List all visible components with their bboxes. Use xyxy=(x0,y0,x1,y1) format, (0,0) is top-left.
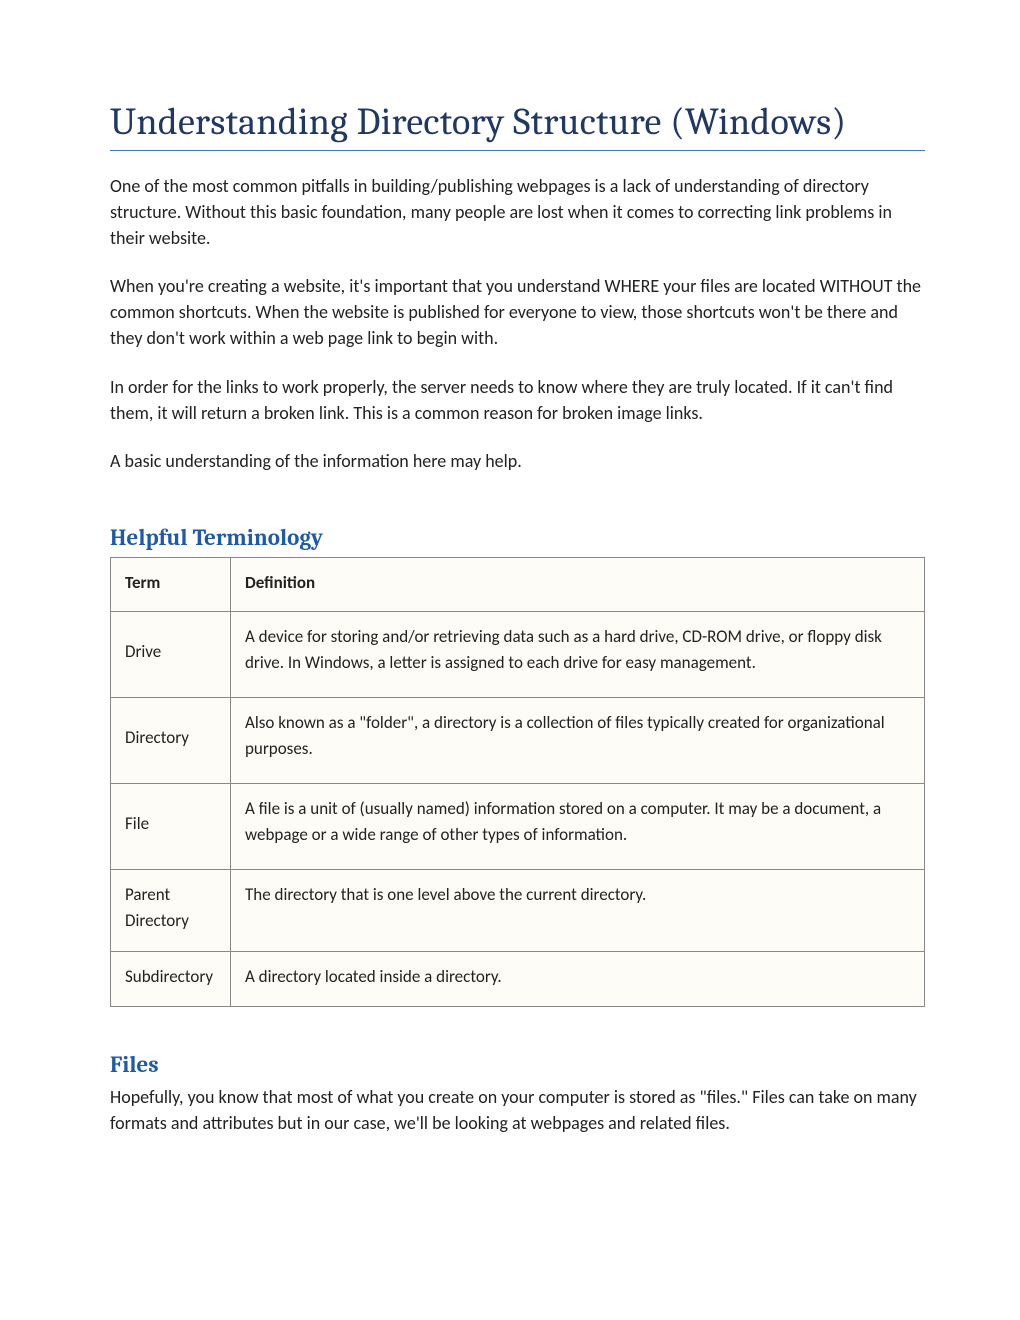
term-cell: Subdirectory xyxy=(111,952,231,1007)
table-row: Directory Also known as a "folder", a di… xyxy=(111,698,925,784)
intro-paragraph-4: A basic understanding of the information… xyxy=(110,448,925,474)
definition-cell: Also known as a "folder", a directory is… xyxy=(231,698,925,784)
term-cell: Directory xyxy=(111,698,231,784)
intro-paragraph-2: When you're creating a website, it's imp… xyxy=(110,273,925,351)
intro-paragraph-3: In order for the links to work properly,… xyxy=(110,374,925,426)
definition-cell: The directory that is one level above th… xyxy=(231,870,925,952)
term-cell: Drive xyxy=(111,612,231,698)
terminology-table: Term Definition Drive A device for stori… xyxy=(110,557,925,1007)
intro-paragraph-1: One of the most common pitfalls in build… xyxy=(110,173,925,251)
table-header-row: Term Definition xyxy=(111,557,925,612)
table-row: Parent Directory The directory that is o… xyxy=(111,870,925,952)
table-row: File A file is a unit of (usually named)… xyxy=(111,784,925,870)
table-row: Subdirectory A directory located inside … xyxy=(111,952,925,1007)
term-cell: File xyxy=(111,784,231,870)
table-header-definition: Definition xyxy=(231,557,925,612)
files-paragraph: Hopefully, you know that most of what yo… xyxy=(110,1084,925,1136)
definition-cell: A file is a unit of (usually named) info… xyxy=(231,784,925,870)
page-title: Understanding Directory Structure (Windo… xyxy=(110,100,925,151)
document-page: Understanding Directory Structure (Windo… xyxy=(0,0,1020,1320)
section-heading-terminology: Helpful Terminology xyxy=(110,524,925,551)
definition-cell: A directory located inside a directory. xyxy=(231,952,925,1007)
section-heading-files: Files xyxy=(110,1051,925,1078)
table-row: Drive A device for storing and/or retrie… xyxy=(111,612,925,698)
term-cell: Parent Directory xyxy=(111,870,231,952)
table-header-term: Term xyxy=(111,557,231,612)
definition-cell: A device for storing and/or retrieving d… xyxy=(231,612,925,698)
